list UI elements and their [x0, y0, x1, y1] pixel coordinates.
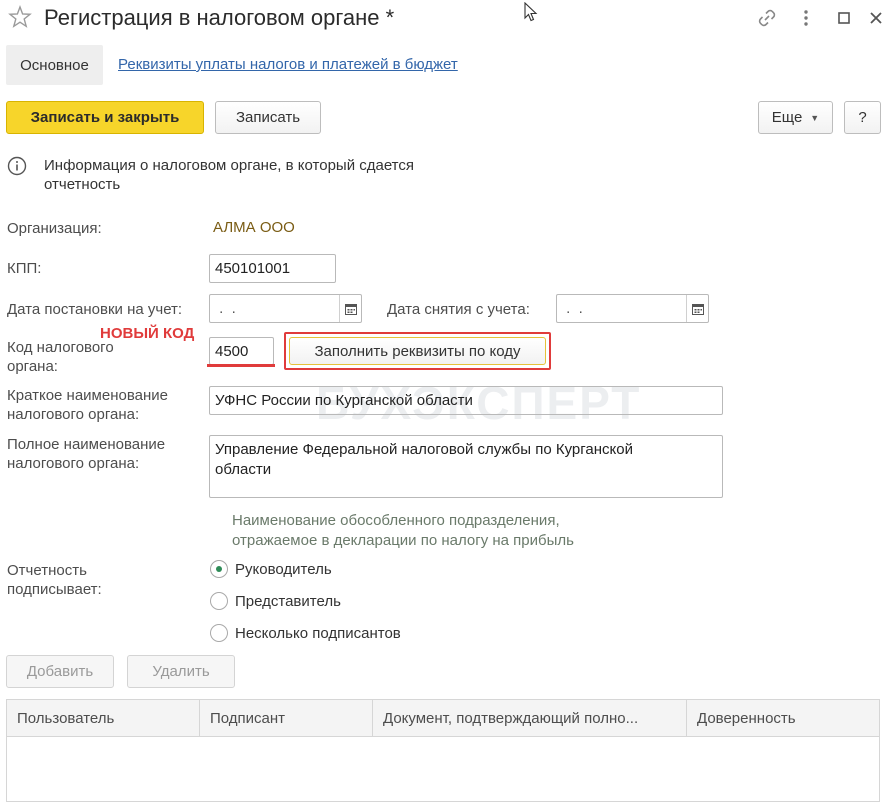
code-label-line2: органа:: [7, 358, 58, 375]
subdivision-hint: Наименование обособленного подразделения…: [232, 511, 632, 551]
mouse-cursor-icon: [524, 1, 538, 26]
kpp-input[interactable]: 450101001: [209, 254, 336, 283]
add-signer-button[interactable]: Добавить: [6, 655, 114, 688]
signer-label-line1: Отчетность: [7, 562, 87, 579]
column-header-document[interactable]: Документ, подтверждающий полно...: [373, 700, 687, 736]
info-icon: [7, 156, 27, 176]
favorite-star-icon[interactable]: [8, 4, 32, 29]
signer-option-director[interactable]: Руководитель: [210, 560, 332, 578]
full-name-label-line1: Полное наименование: [7, 436, 166, 453]
more-button[interactable]: Еще ▼: [758, 101, 833, 134]
unreg-date-label: Дата снятия с учета:: [387, 301, 530, 318]
tax-code-input[interactable]: 4500: [209, 337, 274, 365]
signer-label-line2: подписывает:: [7, 581, 102, 598]
info-text: Информация о налоговом органе, в который…: [44, 157, 414, 193]
org-value[interactable]: АЛМА ООО: [213, 219, 295, 236]
calendar-icon[interactable]: [686, 295, 708, 322]
reg-date-input[interactable]: . .: [209, 294, 362, 323]
tab-payment-details-link[interactable]: Реквизиты уплаты налогов и платежей в бю…: [118, 56, 458, 73]
reg-date-label: Дата постановки на учет:: [7, 301, 183, 318]
radio-empty-icon[interactable]: [210, 624, 228, 642]
signer-label: Отчетность подписывает:: [7, 561, 102, 599]
signer-option-label: Руководитель: [235, 560, 332, 578]
tab-main[interactable]: Основное: [6, 45, 103, 85]
unreg-date-value: . .: [562, 300, 583, 317]
fill-button-highlight: Заполнить реквизиты по коду: [284, 332, 551, 370]
maximize-icon[interactable]: [834, 8, 854, 28]
new-code-annotation: НОВЫЙ КОД: [100, 325, 195, 342]
table-header: Пользователь Подписант Документ, подтвер…: [7, 700, 879, 737]
short-name-label: Краткое наименование налогового органа:: [7, 386, 168, 424]
hint-line1: Наименование обособленного подразделения…: [232, 512, 560, 529]
column-header-signer[interactable]: Подписант: [200, 700, 373, 736]
unreg-date-input[interactable]: . .: [556, 294, 709, 323]
save-button[interactable]: Записать: [215, 101, 321, 134]
full-name-textarea[interactable]: Управление Федеральной налоговой службы …: [209, 435, 723, 498]
window-title: Регистрация в налоговом органе *: [44, 5, 395, 30]
more-vertical-icon[interactable]: [796, 8, 816, 28]
short-name-label-line2: налогового органа:: [7, 406, 140, 423]
delete-signer-button[interactable]: Удалить: [127, 655, 235, 688]
reg-date-value: . .: [215, 300, 236, 317]
help-button[interactable]: ?: [844, 101, 881, 134]
column-header-power-of-attorney[interactable]: Доверенность: [687, 700, 879, 736]
code-label: Код налогового органа:: [7, 338, 114, 376]
dropdown-arrow-icon: ▼: [810, 112, 820, 123]
short-name-input[interactable]: УФНС России по Курганской области: [209, 386, 723, 415]
column-header-user[interactable]: Пользователь: [7, 700, 200, 736]
signer-option-multiple[interactable]: Несколько подписантов: [210, 624, 401, 642]
kpp-label: КПП:: [7, 260, 42, 277]
signer-option-label: Представитель: [235, 592, 341, 610]
calendar-icon[interactable]: [339, 295, 361, 322]
radio-selected-icon[interactable]: [210, 560, 228, 578]
tax-code-value: 4500: [215, 342, 249, 360]
full-name-value-line2: области: [215, 461, 272, 478]
short-name-value: УФНС России по Курганской области: [215, 392, 473, 409]
signers-table[interactable]: Пользователь Подписант Документ, подтвер…: [6, 699, 880, 802]
link-icon[interactable]: [757, 8, 777, 28]
org-label: Организация:: [7, 220, 102, 237]
full-name-value-line1: Управление Федеральной налоговой службы …: [215, 441, 633, 458]
fill-by-code-button[interactable]: Заполнить реквизиты по коду: [289, 337, 546, 365]
code-underline-annotation: [207, 364, 275, 367]
save-and-close-button[interactable]: Записать и закрыть: [6, 101, 204, 134]
full-name-label-line2: налогового органа:: [7, 455, 140, 472]
signer-option-representative[interactable]: Представитель: [210, 592, 341, 610]
radio-empty-icon[interactable]: [210, 592, 228, 610]
more-button-label: Еще: [771, 109, 803, 126]
full-name-label: Полное наименование налогового органа:: [7, 435, 165, 473]
short-name-label-line1: Краткое наименование: [7, 387, 168, 404]
code-label-line1: Код налогового: [7, 339, 114, 356]
signer-option-label: Несколько подписантов: [235, 624, 401, 642]
kpp-value: 450101001: [215, 260, 291, 277]
hint-line2: отражаемое в декларации по налогу на при…: [232, 532, 574, 549]
close-icon[interactable]: [866, 8, 886, 28]
